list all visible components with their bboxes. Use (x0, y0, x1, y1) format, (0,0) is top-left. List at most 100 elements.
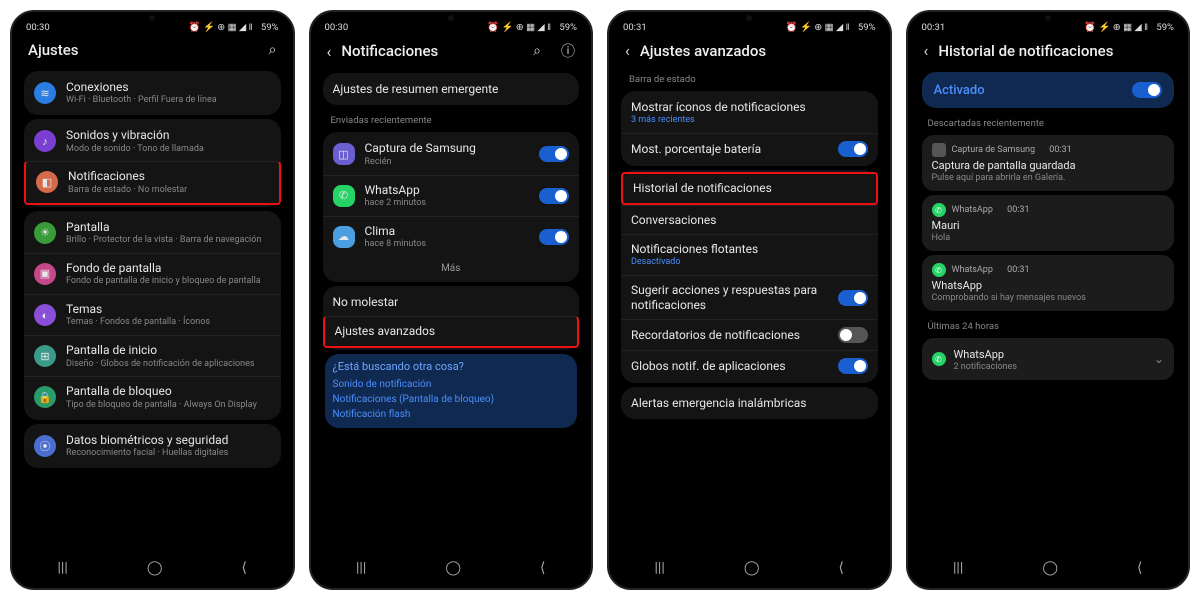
setting-icon: ◧ (36, 171, 58, 193)
popup-summary-row[interactable]: Ajustes de resumen emergente (323, 75, 580, 103)
whatsapp-icon: ✆ (932, 352, 946, 366)
suggestion-link[interactable]: Sonido de notificación (333, 377, 570, 392)
page-title: Ajustes avanzados (640, 42, 874, 60)
setting-icon: ⦿ (34, 435, 56, 457)
setting-icon: ▣ (34, 263, 56, 285)
nav-bar: ||| ◯ ⟨ (317, 552, 586, 580)
toggle-icon[interactable] (838, 327, 868, 343)
nav-back[interactable]: ⟨ (540, 560, 545, 576)
toggle-icon[interactable] (1132, 82, 1162, 98)
status-bar: 00:30 ⏰ ⚡ ⊕ ▦ ◢ ‖ 59% (317, 20, 586, 37)
page-title: Historial de notificaciones (938, 42, 1172, 60)
setting-icon: ☀ (34, 222, 56, 244)
page-title: Notificaciones (341, 42, 513, 60)
suggestion-link[interactable]: Notificación flash (333, 407, 570, 422)
back-icon[interactable]: ‹ (327, 42, 332, 61)
toggle-icon[interactable] (838, 358, 868, 374)
settings-row[interactable]: ☀ PantallaBrillo · Protector de la vista… (24, 213, 281, 253)
last24-card[interactable]: ✆ WhatsApp 2 notificaciones ⌄ (922, 338, 1175, 380)
dismissed-notif[interactable]: ✆WhatsApp 00:31 WhatsApp Comprobando si … (922, 255, 1175, 311)
back-icon[interactable]: ‹ (625, 41, 630, 60)
phone-4: 00:31 ⏰ ⚡ ⊕ ▦ ◢ ‖ 59% ‹ Historial de not… (906, 10, 1191, 590)
header: ‹ Notificaciones ⌕ ⓘ (317, 37, 586, 69)
advanced-list: Barra de estado Mostrar íconos de notifi… (615, 68, 884, 552)
chevron-down-icon: ⌄ (1154, 352, 1164, 366)
settings-row[interactable]: ◐ TemasTemas · Fondos de pantalla · Ícon… (24, 294, 281, 335)
activated-toggle[interactable]: Activado (922, 72, 1175, 108)
recent-label: Enviadas recientemente (321, 109, 582, 128)
more-link[interactable]: Más (323, 257, 580, 280)
advanced-row[interactable]: Ajustes avanzados (323, 316, 580, 347)
status-icons: ⏰ ⚡ ⊕ ▦ ◢ ‖ 59% (487, 22, 577, 33)
nav-bar: ||| ◯ ⟨ (615, 552, 884, 580)
toggle-icon[interactable] (539, 188, 569, 204)
status-time: 00:30 (26, 22, 50, 33)
recent-app-row[interactable]: ✆ WhatsApphace 2 minutos (323, 175, 580, 216)
nav-back[interactable]: ⟨ (1137, 560, 1142, 576)
toggle-icon[interactable] (838, 141, 868, 157)
dismissed-label: Descartadas recientemente (918, 112, 1179, 131)
settings-row[interactable]: ⊞ Pantalla de inicioDiseño · Globos de n… (24, 335, 281, 376)
notif-settings: Ajustes de resumen emergente Enviadas re… (317, 69, 586, 552)
recent-app-row[interactable]: ☁ Climahace 8 minutos (323, 216, 580, 257)
advanced-row[interactable]: Conversaciones (621, 205, 878, 234)
advanced-row[interactable]: Sugerir acciones y respuestas para notif… (621, 275, 878, 319)
settings-row[interactable]: ♪ Sonidos y vibraciónModo de sonido · To… (24, 121, 281, 161)
advanced-row[interactable]: Alertas emergencia inalámbricas (621, 389, 878, 417)
nav-home[interactable]: ◯ (147, 560, 163, 576)
app-icon: ✆ (333, 185, 355, 207)
capture-icon (932, 143, 946, 157)
toggle-icon[interactable] (539, 146, 569, 162)
last24-label: Últimas 24 horas (918, 315, 1179, 334)
suggestion-link[interactable]: Notificaciones (Pantalla de bloqueo) (333, 392, 570, 407)
header: ‹ Historial de notificaciones (914, 37, 1183, 68)
toggle-icon[interactable] (838, 290, 868, 306)
settings-row[interactable]: 🔒 Pantalla de bloqueoTipo de bloqueo de … (24, 376, 281, 417)
whatsapp-icon: ✆ (932, 203, 946, 217)
settings-row[interactable]: ▣ Fondo de pantallaFondo de pantalla de … (24, 253, 281, 294)
status-icons: ⏰ ⚡ ⊕ ▦ ◢ ‖ 59% (1084, 22, 1174, 33)
nav-recents[interactable]: ||| (58, 560, 68, 576)
nav-recents[interactable]: ||| (655, 560, 665, 576)
nav-back[interactable]: ⟨ (839, 560, 844, 576)
info-icon[interactable]: ⓘ (561, 41, 575, 61)
dnd-row[interactable]: No molestar (323, 288, 580, 316)
search-icon[interactable]: ⌕ (269, 42, 277, 58)
advanced-row[interactable]: Globos notif. de aplicaciones (621, 350, 878, 381)
nav-bar: ||| ◯ ⟨ (914, 552, 1183, 580)
nav-bar: ||| ◯ ⟨ (18, 552, 287, 580)
search-icon[interactable]: ⌕ (533, 43, 541, 59)
nav-recents[interactable]: ||| (953, 560, 963, 576)
status-bar-label: Barra de estado (619, 68, 880, 87)
nav-home[interactable]: ◯ (744, 560, 760, 576)
nav-recents[interactable]: ||| (356, 560, 366, 576)
dismissed-notif[interactable]: ✆WhatsApp 00:31 Mauri Hola (922, 195, 1175, 251)
settings-row[interactable]: ≋ ConexionesWi-Fi · Bluetooth · Perfil F… (24, 73, 281, 113)
phone-2: 00:30 ⏰ ⚡ ⊕ ▦ ◢ ‖ 59% ‹ Notificaciones ⌕… (309, 10, 594, 590)
setting-icon: ≋ (34, 82, 56, 104)
advanced-row[interactable]: Recordatorios de notificaciones (621, 319, 878, 350)
settings-row[interactable]: ⦿ Datos biométricos y seguridadReconocim… (24, 426, 281, 466)
status-icons: ⏰ ⚡ ⊕ ▦ ◢ ‖ 59% (189, 22, 279, 33)
toggle-icon[interactable] (539, 229, 569, 245)
app-icon: ◫ (333, 143, 355, 165)
advanced-row[interactable]: Most. porcentaje batería (621, 133, 878, 164)
advanced-row[interactable]: Mostrar íconos de notificaciones3 más re… (621, 93, 878, 133)
setting-icon: 🔒 (34, 386, 56, 408)
dismissed-notif[interactable]: Captura de Samsung 00:31 Captura de pant… (922, 135, 1175, 191)
status-bar: 00:31 ⏰ ⚡ ⊕ ▦ ◢ ‖ 59% (615, 20, 884, 37)
recent-app-row[interactable]: ◫ Captura de SamsungRecién (323, 134, 580, 174)
settings-row[interactable]: ◧ NotificacionesBarra de estado · No mol… (24, 161, 281, 204)
advanced-row[interactable]: Notificaciones flotantesDesactivado (621, 234, 878, 275)
history-content: Activado Descartadas recientemente Captu… (914, 68, 1183, 552)
nav-home[interactable]: ◯ (1042, 560, 1058, 576)
nav-back[interactable]: ⟨ (242, 560, 247, 576)
settings-list: ≋ ConexionesWi-Fi · Bluetooth · Perfil F… (18, 67, 287, 552)
back-icon[interactable]: ‹ (924, 41, 929, 60)
nav-home[interactable]: ◯ (445, 560, 461, 576)
search-suggestions: ¿Está buscando otra cosa? Sonido de noti… (325, 354, 578, 428)
header: ‹ Ajustes avanzados (615, 37, 884, 68)
advanced-row[interactable]: Historial de notificaciones (621, 172, 878, 204)
status-bar: 00:31 ⏰ ⚡ ⊕ ▦ ◢ ‖ 59% (914, 20, 1183, 37)
setting-icon: ◐ (34, 304, 56, 326)
